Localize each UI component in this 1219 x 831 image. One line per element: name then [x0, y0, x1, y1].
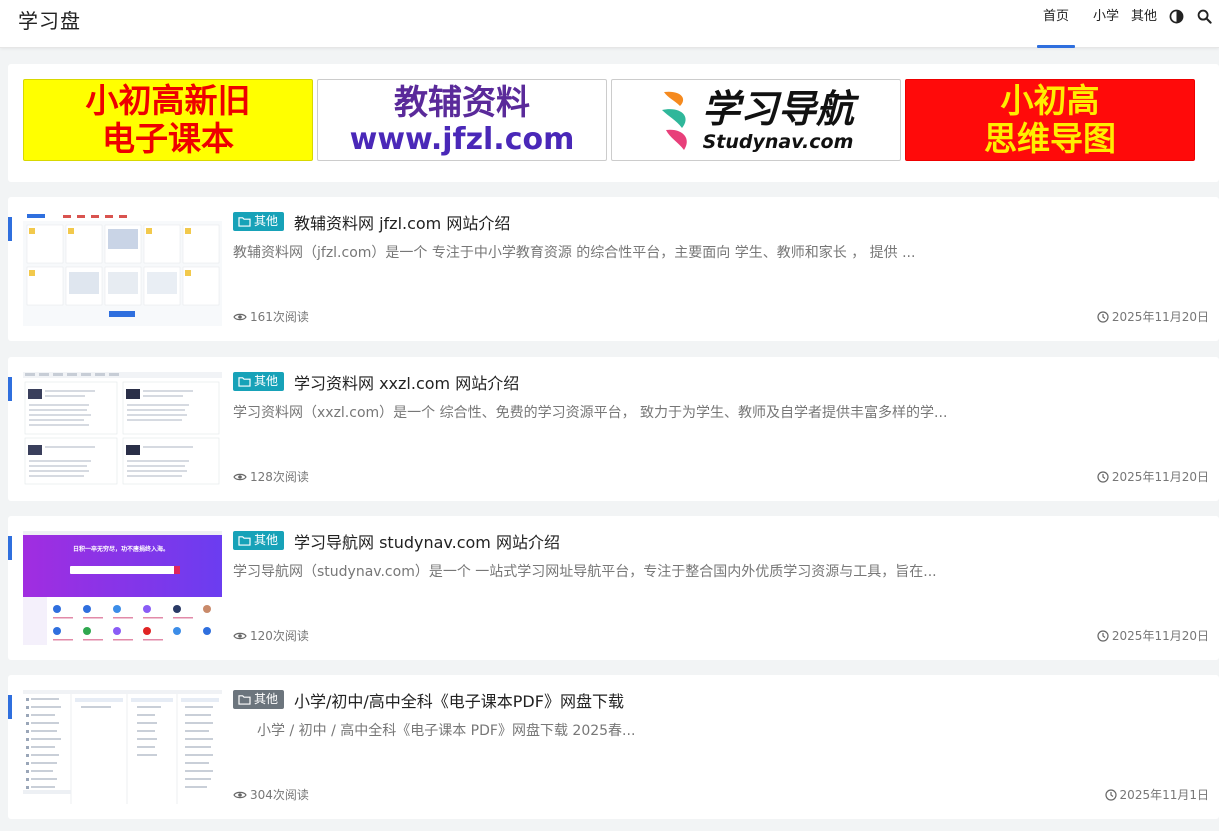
- ad-jfzl[interactable]: 教辅资料 www.jfzl.com: [317, 79, 607, 161]
- thumbnail-slogan: 日积一卒无穷尽，功不唐捐终入海。: [73, 546, 170, 553]
- post-excerpt: 学习资料网（xxzl.com）是一个 综合性、免费的学习资源平台， 致力于为学生…: [233, 405, 948, 421]
- post-title[interactable]: 学习资料网 xxzl.com 网站介绍: [294, 370, 519, 394]
- post-excerpt: 小学 / 初中 / 高中全科《电子课本 PDF》网盘下载 2025春...: [257, 723, 636, 739]
- eye-icon: [233, 313, 247, 320]
- site-logo[interactable]: 学习盘: [18, 5, 81, 34]
- post-card: 日积一卒无穷尽，功不唐捐终入海。 其他 学习导航网 studynav.com 网…: [8, 516, 1219, 660]
- ad-mindmap[interactable]: 小初高 思维导图: [905, 79, 1195, 161]
- ad-textbooks[interactable]: 小初高新旧 电子课本: [23, 79, 313, 161]
- category-badge[interactable]: 其他: [233, 212, 285, 231]
- ad-line: 小初高新旧: [85, 81, 251, 120]
- view-count-text: 161次阅读: [250, 310, 309, 324]
- main-nav: 首页 小学 其他: [1035, 0, 1219, 48]
- nav-home[interactable]: 首页: [1035, 0, 1077, 48]
- ad-line: 教辅资料: [394, 83, 530, 123]
- clock-icon: [1097, 310, 1109, 323]
- post-title[interactable]: 教辅资料网 jfzl.com 网站介绍: [294, 210, 510, 234]
- card-accent-bar: [8, 377, 12, 401]
- card-accent-bar: [8, 536, 12, 560]
- ad-line: 思维导图: [984, 119, 1116, 158]
- nav-other[interactable]: 其他: [1125, 0, 1163, 48]
- post-card: 其他 小学/初中/高中全科《电子课本PDF》网盘下载 小学 / 初中 / 高中全…: [8, 675, 1219, 819]
- post-thumbnail[interactable]: [23, 372, 222, 486]
- category-badge[interactable]: 其他: [233, 531, 285, 550]
- view-count: 120次阅读: [233, 627, 309, 644]
- card-accent-bar: [8, 695, 12, 719]
- theme-toggle-icon[interactable]: [1167, 0, 1185, 48]
- post-card: 其他 教辅资料网 jfzl.com 网站介绍 教辅资料网（jfzl.com）是一…: [8, 197, 1219, 341]
- post-date-text: 2025年11月20日: [1111, 310, 1209, 324]
- post-excerpt: 学习导航网（studynav.com）是一个 一站式学习网址导航平台，专注于整合…: [233, 564, 937, 580]
- post-thumbnail[interactable]: [23, 690, 222, 804]
- folder-icon: [238, 695, 251, 705]
- ad-line: www.jfzl.com: [349, 122, 575, 157]
- post-date: 2025年11月1日: [1104, 786, 1209, 803]
- post-title[interactable]: 小学/初中/高中全科《电子课本PDF》网盘下载: [294, 688, 624, 712]
- category-label: 其他: [254, 692, 279, 706]
- studynav-logo-icon: [661, 91, 687, 150]
- category-badge[interactable]: 其他: [233, 690, 285, 709]
- folder-icon: [238, 217, 251, 227]
- nav-primary-school[interactable]: 小学: [1087, 0, 1125, 48]
- post-date-text: 2025年11月1日: [1119, 788, 1209, 802]
- folder-icon: [238, 536, 251, 546]
- view-count: 161次阅读: [233, 308, 309, 325]
- post-thumbnail[interactable]: [23, 212, 222, 326]
- category-label: 其他: [254, 533, 279, 547]
- post-date-text: 2025年11月20日: [1111, 470, 1209, 484]
- post-title[interactable]: 学习导航网 studynav.com 网站介绍: [294, 529, 560, 553]
- banner-ads: 小初高新旧 电子课本 教辅资料 www.jfzl.com 学习导航 Studyn…: [8, 64, 1219, 182]
- ad-line: 学习导航: [701, 87, 854, 131]
- category-label: 其他: [254, 374, 279, 388]
- eye-icon: [233, 791, 247, 798]
- ad-line: 小初高: [1000, 81, 1100, 120]
- card-accent-bar: [8, 217, 12, 241]
- post-date: 2025年11月20日: [1097, 468, 1209, 485]
- ad-studynav[interactable]: 学习导航 Studynav.com: [611, 79, 901, 161]
- post-card: 其他 学习资料网 xxzl.com 网站介绍 学习资料网（xxzl.com）是一…: [8, 357, 1219, 501]
- eye-icon: [233, 632, 247, 639]
- ad-line: 电子课本: [102, 119, 234, 158]
- site-header: 学习盘 首页 小学 其他: [0, 0, 1219, 48]
- search-icon[interactable]: [1195, 0, 1213, 48]
- view-count-text: 304次阅读: [250, 788, 309, 802]
- category-badge[interactable]: 其他: [233, 372, 285, 391]
- eye-icon: [233, 473, 247, 480]
- post-excerpt: 教辅资料网（jfzl.com）是一个 专注于中小学教育资源 的综合性平台，主要面…: [233, 245, 916, 261]
- post-thumbnail[interactable]: 日积一卒无穷尽，功不唐捐终入海。: [23, 531, 222, 645]
- view-count-text: 120次阅读: [250, 629, 309, 643]
- view-count: 128次阅读: [233, 468, 309, 485]
- post-date: 2025年11月20日: [1097, 308, 1209, 325]
- clock-icon: [1104, 788, 1117, 801]
- clock-icon: [1097, 470, 1109, 483]
- folder-icon: [238, 377, 251, 387]
- post-date: 2025年11月20日: [1097, 627, 1209, 644]
- post-date-text: 2025年11月20日: [1111, 629, 1209, 643]
- category-label: 其他: [254, 214, 279, 228]
- clock-icon: [1097, 629, 1109, 642]
- ad-line: Studynav.com: [702, 131, 854, 153]
- view-count-text: 128次阅读: [250, 470, 309, 484]
- view-count: 304次阅读: [233, 786, 309, 803]
